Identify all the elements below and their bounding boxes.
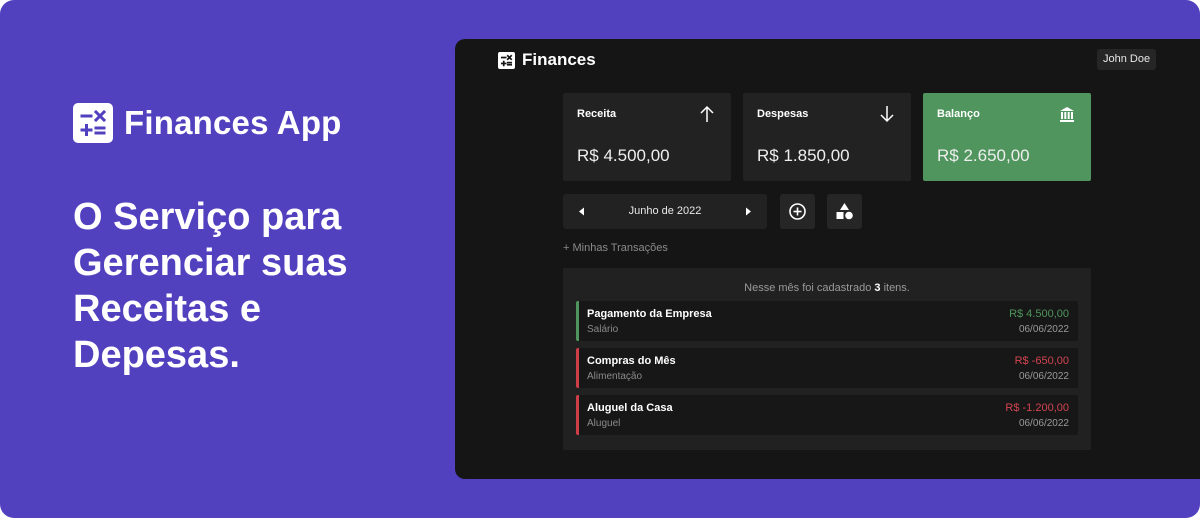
expenses-label: Despesas	[757, 108, 809, 120]
balance-label: Balanço	[937, 108, 980, 120]
transactions-panel: Nesse mês foi cadastrado 3 itens. Pagame…	[563, 268, 1091, 450]
brand-name: Finances App	[124, 104, 342, 141]
transaction-amount: R$ -1.200,00	[1005, 402, 1069, 414]
calculator-icon	[498, 51, 515, 69]
transaction-date: 06/06/2022	[1018, 324, 1069, 335]
summary-cards: Receita R$ 4.500,00 Despesas R$ 1.850,00…	[563, 93, 1091, 181]
promo-banner: Finances App O Serviço para Gerenciar su…	[0, 0, 1200, 518]
transaction-category: Salário	[587, 324, 619, 335]
transaction-category: Aluguel	[587, 418, 621, 429]
calculator-icon	[73, 103, 113, 143]
transaction-amount: R$ 4.500,00	[1009, 308, 1069, 320]
transaction-title: Compras do Mês	[587, 355, 676, 367]
summary-count: 3	[874, 282, 881, 294]
add-transaction-button[interactable]	[780, 194, 815, 229]
plus-circle-icon	[789, 203, 806, 220]
categories-button[interactable]	[827, 194, 862, 229]
transactions-summary: Nesse mês foi cadastrado 3 itens.	[563, 282, 1091, 294]
shapes-icon	[836, 203, 853, 220]
transaction-row[interactable]: Aluguel da Casa Aluguel R$ -1.200,00 06/…	[576, 395, 1078, 435]
transaction-category: Alimentação	[587, 371, 643, 382]
expenses-value: R$ 1.850,00	[757, 146, 850, 165]
month-navigator: Junho de 2022	[563, 194, 767, 229]
headline: O Serviço para Gerenciar suas Receitas e…	[73, 196, 348, 376]
transaction-date: 06/06/2022	[1018, 371, 1069, 382]
transaction-date: 06/06/2022	[1018, 418, 1069, 429]
next-month-button[interactable]	[733, 194, 763, 229]
bank-icon	[1060, 107, 1074, 122]
brand: Finances App	[73, 103, 342, 143]
transaction-row[interactable]: Compras do Mês Alimentação R$ -650,00 06…	[576, 348, 1078, 388]
balance-card: Balanço R$ 2.650,00	[923, 93, 1091, 181]
my-transactions-link[interactable]: + Minhas Transações	[563, 242, 668, 254]
transaction-title: Pagamento da Empresa	[587, 308, 712, 320]
transaction-amount: R$ -650,00	[1014, 355, 1069, 367]
income-label: Receita	[577, 108, 617, 120]
chevron-right-icon	[746, 207, 751, 216]
income-value: R$ 4.500,00	[577, 146, 670, 165]
transaction-row[interactable]: Pagamento da Empresa Salário R$ 4.500,00…	[576, 301, 1078, 341]
user-menu-button[interactable]: John Doe	[1097, 49, 1157, 70]
transaction-title: Aluguel da Casa	[587, 402, 673, 414]
summary-prefix: Nesse mês foi cadastrado	[744, 282, 872, 294]
app-title: Finances	[522, 50, 596, 69]
expenses-card: Despesas R$ 1.850,00	[743, 93, 911, 181]
summary-suffix: itens.	[883, 282, 910, 294]
income-card: Receita R$ 4.500,00	[563, 93, 731, 181]
app-header: Finances	[498, 50, 596, 70]
app-window: Finances John Doe Receita R$ 4.500,00 De…	[455, 39, 1200, 479]
arrow-down-icon	[880, 106, 894, 123]
balance-value: R$ 2.650,00	[937, 146, 1030, 165]
arrow-up-icon	[700, 105, 714, 122]
